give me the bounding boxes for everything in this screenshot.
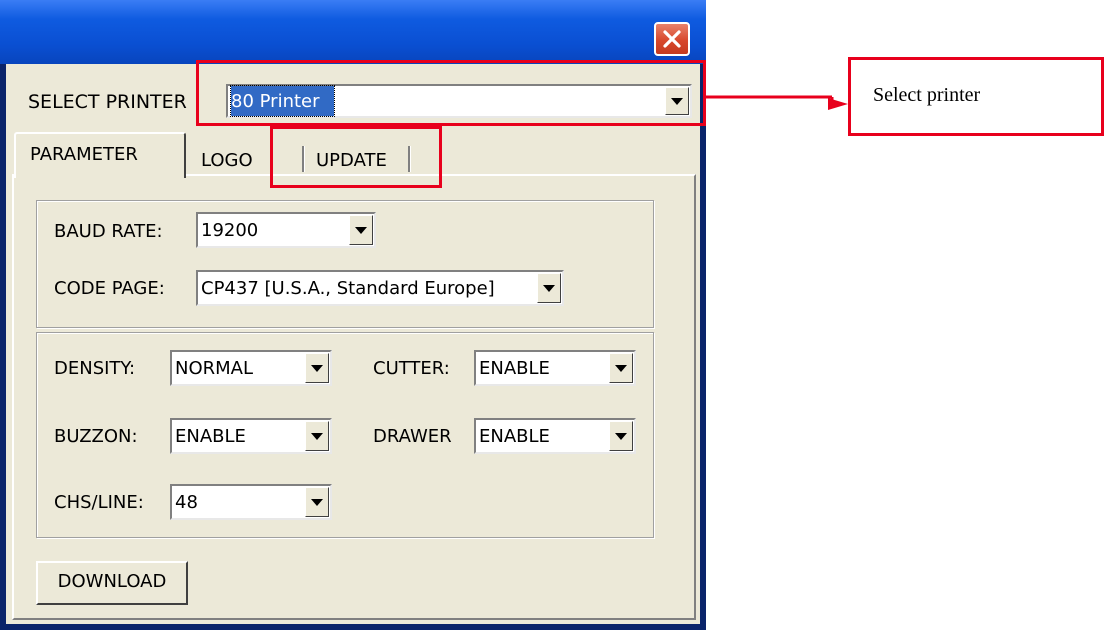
buzzon-select[interactable]: ENABLE	[170, 418, 332, 454]
drawer-label: DRAWER	[373, 426, 452, 447]
title-bar[interactable]	[0, 0, 706, 64]
drawer-dropdown-button[interactable]	[609, 421, 633, 451]
density-label: DENSITY:	[54, 358, 136, 379]
tab-logo[interactable]: LOGO	[201, 150, 253, 171]
code-page-label: CODE PAGE:	[54, 278, 165, 299]
close-icon	[663, 30, 681, 48]
close-button[interactable]	[654, 22, 690, 56]
update-tab-highlight	[270, 126, 442, 188]
tab-parameter[interactable]: PARAMETER	[14, 132, 186, 178]
tab-parameter-label: PARAMETER	[30, 144, 138, 165]
download-button[interactable]: DOWNLOAD	[36, 561, 188, 605]
buzzon-dropdown-button[interactable]	[305, 421, 329, 451]
density-select[interactable]: NORMAL	[170, 350, 332, 386]
cutter-label: CUTTER:	[373, 358, 450, 379]
chevron-down-icon	[615, 365, 627, 372]
buzzon-label: BUZZON:	[54, 426, 138, 447]
baud-rate-value: 19200	[201, 219, 259, 241]
chs-line-value: 48	[175, 491, 198, 513]
baud-rate-label: BAUD RATE:	[54, 221, 163, 242]
chevron-down-icon	[543, 285, 555, 292]
chevron-down-icon	[311, 433, 323, 440]
arrow-right-icon	[704, 95, 848, 110]
chevron-down-icon	[311, 365, 323, 372]
cutter-dropdown-button[interactable]	[609, 353, 633, 383]
select-printer-callout: Select printer	[848, 57, 1104, 136]
density-value: NORMAL	[175, 357, 254, 379]
select-printer-label: SELECT PRINTER	[28, 91, 187, 113]
code-page-select[interactable]: CP437 [U.S.A., Standard Europe]	[196, 270, 564, 306]
drawer-value: ENABLE	[479, 425, 550, 447]
drawer-select[interactable]: ENABLE	[474, 418, 636, 454]
cutter-value: ENABLE	[479, 357, 550, 379]
baud-rate-dropdown-button[interactable]	[349, 215, 373, 245]
chs-line-dropdown-button[interactable]	[305, 487, 329, 517]
printer-select-highlight	[196, 60, 706, 126]
chevron-down-icon	[311, 499, 323, 506]
chs-line-label: CHS/LINE:	[54, 492, 144, 513]
code-page-dropdown-button[interactable]	[537, 273, 561, 303]
buzzon-value: ENABLE	[175, 425, 246, 447]
chs-line-select[interactable]: 48	[170, 484, 332, 520]
density-dropdown-button[interactable]	[305, 353, 329, 383]
baud-rate-select[interactable]: 19200	[196, 212, 376, 248]
chevron-down-icon	[615, 433, 627, 440]
callout-text: Select printer	[873, 84, 981, 106]
chevron-down-icon	[355, 227, 367, 234]
code-page-value: CP437 [U.S.A., Standard Europe]	[201, 277, 495, 299]
cutter-select[interactable]: ENABLE	[474, 350, 636, 386]
